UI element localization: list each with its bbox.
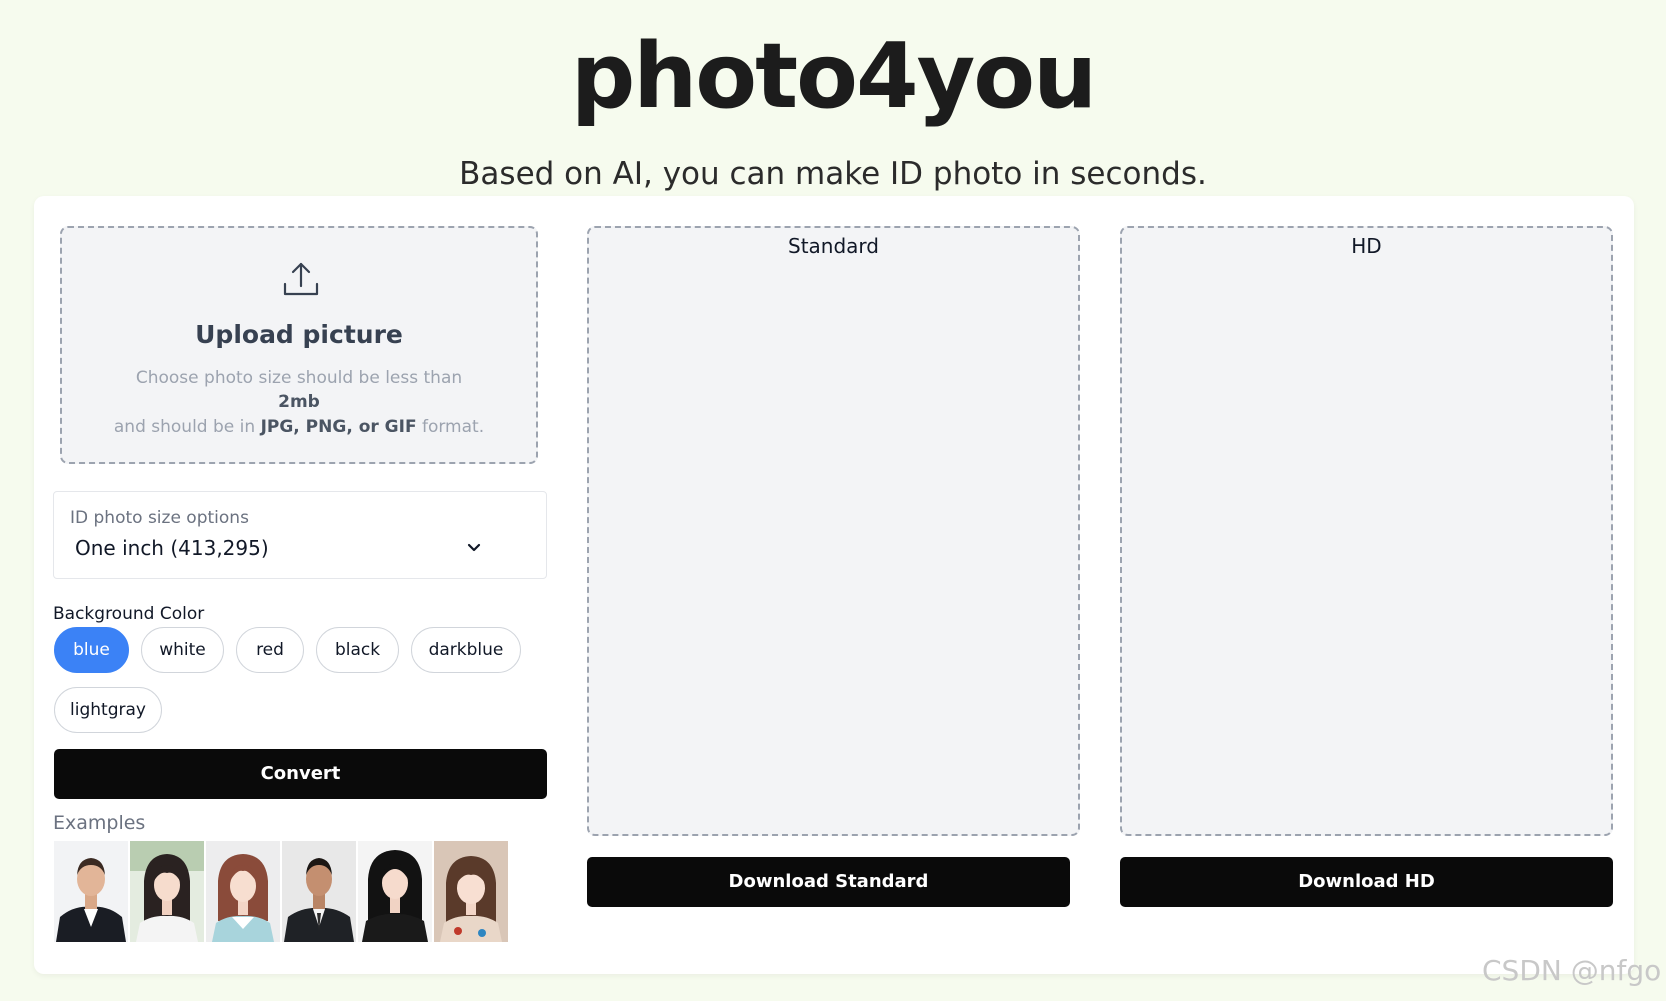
example-thumbnail[interactable] bbox=[434, 841, 508, 942]
bg-option-black[interactable]: black bbox=[316, 627, 399, 673]
size-select[interactable]: ID photo size options One inch (413,295) bbox=[53, 491, 547, 579]
app-title: photo4you bbox=[570, 24, 1097, 129]
background-color-label: Background Color bbox=[53, 604, 205, 624]
download-standard-button[interactable]: Download Standard bbox=[587, 857, 1070, 907]
upload-hint-formats: and should be in JPG, PNG, or GIF format… bbox=[113, 417, 485, 437]
hd-preview: HD bbox=[1120, 226, 1613, 836]
example-thumbnail[interactable] bbox=[206, 841, 280, 942]
size-select-label: ID photo size options bbox=[70, 508, 249, 528]
bg-option-lightgray[interactable]: lightgray bbox=[54, 687, 162, 733]
upload-icon bbox=[283, 262, 319, 296]
bg-option-darkblue[interactable]: darkblue bbox=[411, 627, 521, 673]
examples-label: Examples bbox=[53, 812, 146, 834]
example-thumbnail[interactable] bbox=[358, 841, 432, 942]
standard-preview: Standard bbox=[587, 226, 1080, 836]
upload-hint-limit: 2mb bbox=[278, 392, 320, 412]
hd-preview-title: HD bbox=[1351, 234, 1382, 258]
example-thumbnail[interactable] bbox=[282, 841, 356, 942]
upload-dropzone[interactable]: Upload picture Choose photo size should … bbox=[60, 226, 538, 464]
example-thumbnail[interactable] bbox=[130, 841, 204, 942]
example-thumbnail[interactable] bbox=[54, 841, 128, 942]
convert-button[interactable]: Convert bbox=[54, 749, 547, 799]
bg-option-blue[interactable]: blue bbox=[54, 627, 129, 673]
chevron-down-icon bbox=[467, 543, 481, 552]
examples-gallery bbox=[54, 841, 510, 942]
bg-option-red[interactable]: red bbox=[236, 627, 304, 673]
watermark: CSDN @nfgo bbox=[1482, 954, 1662, 987]
upload-title: Upload picture bbox=[195, 320, 403, 349]
bg-option-white[interactable]: white bbox=[141, 627, 224, 673]
size-select-value: One inch (413,295) bbox=[75, 536, 269, 560]
upload-hint-size: Choose photo size should be less than bbox=[135, 368, 463, 388]
standard-preview-title: Standard bbox=[788, 234, 879, 258]
app-subtitle: Based on AI, you can make ID photo in se… bbox=[459, 156, 1207, 192]
download-hd-button[interactable]: Download HD bbox=[1120, 857, 1613, 907]
